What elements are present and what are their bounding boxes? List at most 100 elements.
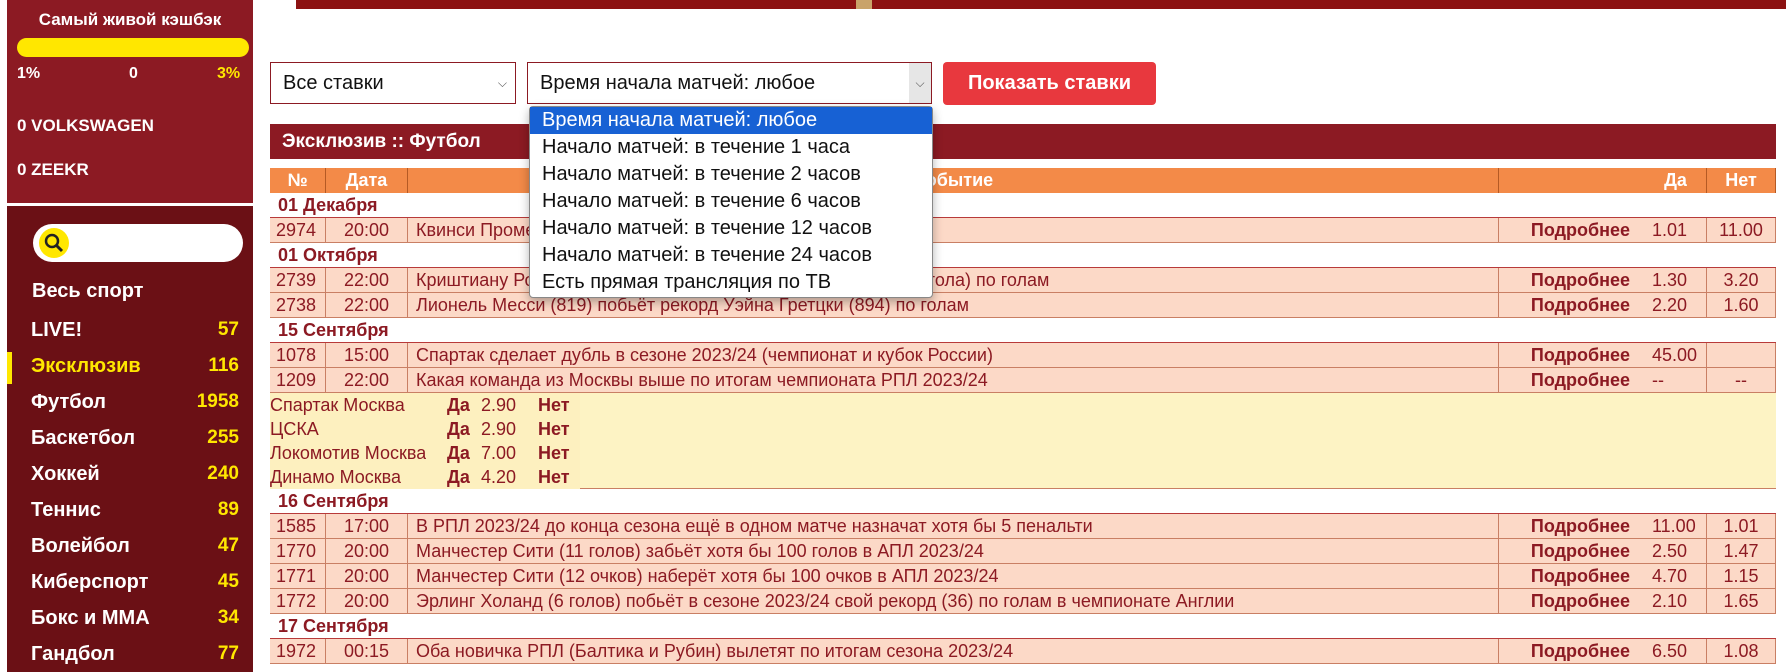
sidebar-item-label: Гандбол xyxy=(31,643,115,665)
progress-label-min: 1% xyxy=(17,65,41,82)
time-dropdown-list[interactable]: Время начала матчей: любое Начало матчей:… xyxy=(529,106,933,298)
more-link[interactable]: Подробнее xyxy=(1531,514,1630,539)
sidebar-item-sport[interactable]: Волейбол 47 xyxy=(7,532,253,564)
more-link[interactable]: Подробнее xyxy=(1531,268,1630,293)
odds-yes[interactable]: 7.00 xyxy=(481,441,516,466)
odds-no[interactable]: -- xyxy=(1707,368,1776,393)
event-title[interactable]: Спартак сделает дубль в сезоне 2023/24 (… xyxy=(408,343,1499,368)
dropdown-option[interactable]: Начало матчей: в течение 12 часов xyxy=(530,215,932,242)
odds-yes[interactable]: 2.10 xyxy=(1645,589,1707,614)
more-link[interactable]: Подробнее xyxy=(1531,343,1630,368)
odds-yes[interactable]: 45.00 xyxy=(1645,343,1707,368)
more-link[interactable]: Подробнее xyxy=(1531,539,1630,564)
odds-no[interactable]: 1.60 xyxy=(1707,293,1776,318)
bets-select[interactable]: Все ставки ⌵ xyxy=(270,62,516,104)
sidebar-item-count: 45 xyxy=(217,571,239,592)
odds-yes[interactable]: 6.50 xyxy=(1645,639,1707,664)
search-icon[interactable] xyxy=(39,228,69,258)
event-time: 22:00 xyxy=(326,293,408,318)
odds-yes[interactable]: 4.20 xyxy=(481,465,516,490)
odds-no[interactable]: 1.01 xyxy=(1707,514,1776,539)
column-header-num: № xyxy=(270,168,326,193)
odds-yes[interactable]: 11.00 xyxy=(1645,514,1707,539)
table-row[interactable]: 1771 20:00 Манчестер Сити (12 очков) набер… xyxy=(270,564,1776,589)
sidebar-item-sport[interactable]: Бокс и ММА 34 xyxy=(7,604,253,636)
table-row[interactable]: 1770 20:00 Манчестер Сити (11 голов) забьё… xyxy=(270,539,1776,564)
search-input[interactable] xyxy=(33,224,243,262)
sidebar-item-count: 1958 xyxy=(196,391,239,412)
sidebar-item-sport[interactable]: Футбол 1958 xyxy=(7,388,253,420)
sidebar-item-sport[interactable]: Баскетбол 255 xyxy=(7,424,253,456)
sidebar-item-sport[interactable]: Гандбол 77 xyxy=(7,640,253,672)
table-row[interactable]: 2974 20:00 Квинси Промес Подробнее 1.01 11.00 xyxy=(270,218,1776,243)
table-row[interactable]: 1585 17:00 В РПЛ 2023/24 до конца сезона е… xyxy=(270,514,1776,539)
time-select[interactable]: Время начала матчей: любое ⌵ xyxy=(527,62,932,104)
table-row[interactable]: 1078 15:00 Спартак сделает дубль в сезоне … xyxy=(270,343,1776,368)
top-banner[interactable] xyxy=(296,0,1786,9)
odds-no[interactable]: 3.20 xyxy=(1707,268,1776,293)
no-label[interactable]: Нет xyxy=(538,393,570,418)
table-row[interactable]: 1772 20:00 Эрлинг Холанд (6 голов) побьёт … xyxy=(270,589,1776,614)
event-title[interactable]: Эрлинг Холанд (6 голов) побьёт в сезоне … xyxy=(408,589,1499,614)
more-link[interactable]: Подробнее xyxy=(1531,589,1630,614)
odds-yes[interactable]: 1.30 xyxy=(1645,268,1707,293)
dropdown-option[interactable]: Начало матчей: в течение 24 часов xyxy=(530,242,932,269)
sub-market-row[interactable]: Спартак Москва Да 2.90 Нет xyxy=(270,393,580,417)
event-title[interactable]: Какая команда из Москвы выше по итогам ч… xyxy=(408,368,1499,393)
more-link[interactable]: Подробнее xyxy=(1531,564,1630,589)
more-link[interactable]: Подробнее xyxy=(1531,293,1630,318)
sidebar-item-label: Хоккей xyxy=(31,463,100,485)
sidebar-item-sport[interactable]: LIVE! 57 xyxy=(7,316,253,348)
no-label[interactable]: Нет xyxy=(538,441,570,466)
odds-yes[interactable]: 2.90 xyxy=(481,393,516,418)
odds-no[interactable]: 1.15 xyxy=(1707,564,1776,589)
section-header: Эксклюзив :: Футбол xyxy=(270,124,1776,159)
more-link[interactable]: Подробнее xyxy=(1531,639,1630,664)
more-link[interactable]: Подробнее xyxy=(1531,218,1630,243)
date-row: 01 Декабря xyxy=(270,193,1776,218)
sidebar-item-sport[interactable]: Киберспорт 45 xyxy=(7,568,253,600)
more-link[interactable]: Подробнее xyxy=(1531,368,1630,393)
table-row[interactable]: 2738 22:00 Лионель Месси (819) побьёт реко… xyxy=(270,293,1776,318)
odds-yes[interactable]: -- xyxy=(1645,368,1707,393)
odds-yes[interactable]: 2.50 xyxy=(1645,539,1707,564)
no-label[interactable]: Нет xyxy=(538,465,570,490)
table-row[interactable]: 1209 22:00 Какая команда из Москвы выше по… xyxy=(270,368,1776,393)
dropdown-option[interactable]: Начало матчей: в течение 2 часов xyxy=(530,161,932,188)
cashback-promo[interactable]: Самый живой кэшбэк 1% 0 3% 0 VOLKSWAGEN … xyxy=(7,0,253,203)
sub-market-row[interactable]: Динамо Москва Да 4.20 Нет xyxy=(270,465,580,489)
dropdown-option[interactable]: Начало матчей: в течение 1 часа xyxy=(530,134,932,161)
odds-yes[interactable]: 4.70 xyxy=(1645,564,1707,589)
table-row[interactable]: 1972 00:15 Оба новичка РПЛ (Балтика и Руби… xyxy=(270,639,1776,664)
dropdown-option[interactable]: Начало матчей: в течение 6 часов xyxy=(530,188,932,215)
sub-market-row[interactable]: ЦСКА Да 2.90 Нет xyxy=(270,417,580,441)
sidebar-item-sport[interactable]: Хоккей 240 xyxy=(7,460,253,492)
event-title[interactable]: Манчестер Сити (11 голов) забьёт хотя бы… xyxy=(408,539,1499,564)
odds-no[interactable]: 1.47 xyxy=(1707,539,1776,564)
odds-no[interactable] xyxy=(1707,343,1776,368)
event-time: 20:00 xyxy=(326,564,408,589)
show-bets-button[interactable]: Показать ставки xyxy=(943,62,1156,105)
yes-label: Да xyxy=(447,419,470,439)
sub-market-row[interactable]: Локомотив Москва Да 7.00 Нет xyxy=(270,441,580,465)
odds-yes[interactable]: 1.01 xyxy=(1645,218,1707,243)
event-title[interactable]: Оба новичка РПЛ (Балтика и Рубин) вылетя… xyxy=(408,639,1499,664)
date-label: 16 Сентября xyxy=(278,491,389,511)
odds-yes[interactable]: 2.90 xyxy=(481,417,516,442)
sidebar-item-sport[interactable]: Эксклюзив 116 xyxy=(7,352,253,384)
dropdown-option[interactable]: Есть прямая трансляция по ТВ xyxy=(530,269,932,296)
no-label[interactable]: Нет xyxy=(538,417,570,442)
odds-no[interactable]: 1.65 xyxy=(1707,589,1776,614)
odds-no[interactable]: 11.00 xyxy=(1707,218,1776,243)
dropdown-option[interactable]: Время начала матчей: любое xyxy=(530,107,932,134)
event-title[interactable]: Манчестер Сити (12 очков) наберёт хотя б… xyxy=(408,564,1499,589)
event-title[interactable]: В РПЛ 2023/24 до конца сезона ещё в одно… xyxy=(408,514,1499,539)
date-label: 01 Декабря xyxy=(278,195,378,215)
promo-row-volkswagen: 0 VOLKSWAGEN xyxy=(17,116,154,135)
odds-yes[interactable]: 2.20 xyxy=(1645,293,1707,318)
sidebar-item-sport[interactable]: Теннис 89 xyxy=(7,496,253,528)
event-time: 20:00 xyxy=(326,218,408,243)
table-row[interactable]: 273922:00Криштиану Роналду (873) побьёт … xyxy=(270,268,1776,293)
odds-no[interactable]: 1.08 xyxy=(1707,639,1776,664)
sidebar-item-all-sport[interactable]: Весь спорт xyxy=(32,280,143,303)
